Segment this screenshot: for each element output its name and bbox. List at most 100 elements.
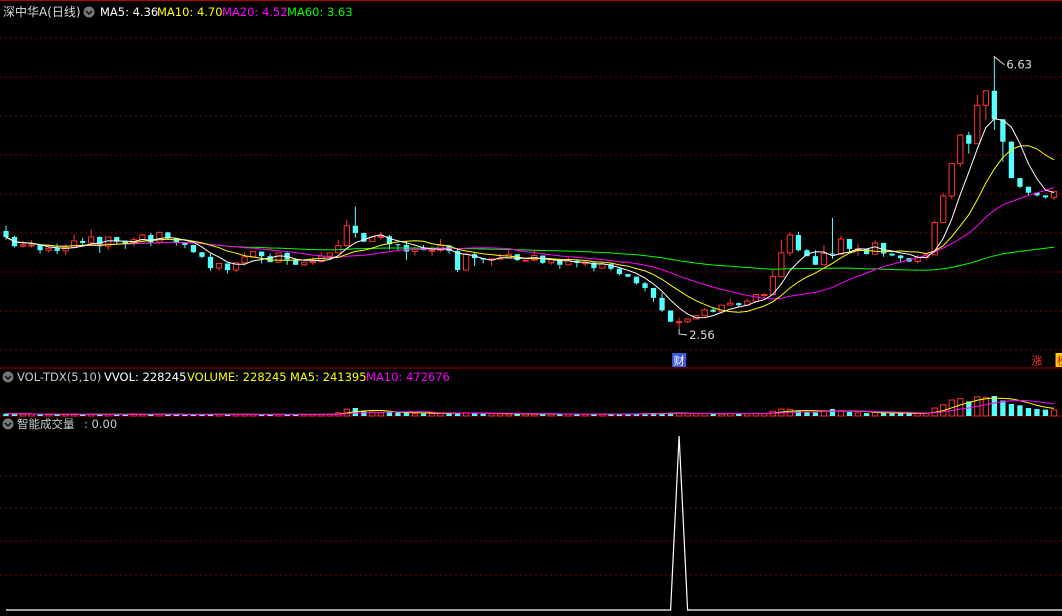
volume-bar <box>795 410 802 416</box>
candle-body <box>428 249 436 252</box>
candle-body <box>37 244 43 251</box>
candle-body <box>642 283 648 288</box>
event-marker-label[interactable]: 榜 <box>1057 354 1062 368</box>
vol-indicator-name: VOL-TDX(5,10) <box>17 370 101 384</box>
volume-bar <box>846 412 853 416</box>
candle-body <box>727 302 734 306</box>
candle-body <box>829 253 836 255</box>
ma5-line <box>5 118 1055 319</box>
candle-body <box>19 244 27 247</box>
high-pointer <box>993 55 1005 66</box>
volume-bar <box>1008 404 1015 416</box>
volume-bar <box>957 398 964 417</box>
candle-body <box>71 240 78 249</box>
main-panel-collapse-icon[interactable] <box>83 6 95 18</box>
candle-body <box>863 248 870 255</box>
stock-title: 深中华A(日线) <box>3 4 81 19</box>
candle-body <box>650 287 657 298</box>
volume-bar <box>693 413 700 417</box>
volume-bar <box>395 412 401 416</box>
candle-body <box>1042 195 1049 198</box>
candle-body <box>812 256 819 265</box>
candle-body <box>778 252 785 278</box>
candle-body <box>207 256 214 269</box>
candle-body <box>786 234 794 254</box>
ma60-legend: MA60: 3.63 <box>287 5 353 19</box>
candle-body <box>343 225 350 247</box>
low-label: 2.56 <box>689 328 715 342</box>
candle-body <box>897 255 904 259</box>
candle-body <box>377 235 385 238</box>
candle-body <box>241 256 248 264</box>
volume-bar <box>804 412 810 416</box>
candle-body <box>301 261 308 266</box>
candle-body <box>710 309 716 312</box>
ma10-line <box>5 145 1055 313</box>
candle-body <box>224 263 231 271</box>
candle-body <box>974 104 981 145</box>
volume-bar <box>991 396 997 416</box>
candle-body <box>837 238 845 255</box>
volume-bar <box>497 413 504 417</box>
volume-bar <box>19 413 27 417</box>
volume-bar <box>829 409 836 416</box>
volume-bar <box>1042 409 1049 416</box>
candle-body <box>667 310 674 322</box>
candle-body <box>795 235 802 251</box>
volume-bar <box>1017 405 1023 416</box>
candle-body <box>326 252 333 257</box>
candle-body <box>701 309 708 317</box>
chart-stage: 6.63 2.56 财 涨 榜 深中华A(日线) MA5: 4.36 MA10: 4.7… <box>0 0 1062 612</box>
vol-ma10-line <box>5 399 1055 415</box>
event-marker-label[interactable]: 涨 <box>1031 355 1042 368</box>
candle-body <box>599 263 606 269</box>
vol-ma5-legend: MA5: 241395 <box>290 370 367 384</box>
candle-body <box>45 247 52 251</box>
volume-bar <box>906 413 912 416</box>
ma5-legend: MA5: 4.36 <box>100 5 158 19</box>
ind-panel-collapse-icon[interactable] <box>2 418 14 430</box>
candle-body <box>966 135 972 144</box>
candle-body <box>761 294 768 297</box>
volume-bar <box>377 412 385 417</box>
ma20-legend: MA20: 4.52 <box>222 5 288 19</box>
candle-body <box>659 297 665 311</box>
candle-body <box>616 268 623 275</box>
candle-body <box>871 242 879 255</box>
indicator-line <box>6 435 1062 611</box>
volume-bar <box>488 413 495 417</box>
volume-bar <box>871 411 879 417</box>
candle-body <box>182 242 188 245</box>
event-marker-label[interactable]: 财 <box>674 354 685 368</box>
high-label: 6.63 <box>1006 58 1032 72</box>
volume-bar <box>982 396 989 417</box>
volume-bar <box>880 412 887 416</box>
candle-body <box>684 318 691 323</box>
candle-body <box>982 90 989 106</box>
candle-body <box>28 244 35 247</box>
vol-panel-collapse-icon[interactable] <box>2 371 14 383</box>
candle-body <box>215 262 223 269</box>
candle-body <box>633 276 640 284</box>
candle-body <box>309 260 316 263</box>
candle-body <box>156 231 163 243</box>
candle-body <box>957 134 964 165</box>
vvol-legend: VVOL: 228245 <box>104 370 186 384</box>
indicator-value: : 0.00 <box>84 417 117 431</box>
candle-body <box>275 252 282 263</box>
candle-body <box>940 195 947 223</box>
candle-body <box>948 163 955 197</box>
candle-body <box>249 251 257 258</box>
volume-bar <box>411 412 419 417</box>
volume-bar <box>1050 409 1058 417</box>
volume-bar <box>428 412 436 417</box>
candle-body <box>752 294 759 302</box>
candle-body <box>1025 186 1032 193</box>
ma20-line <box>5 186 1055 300</box>
low-pointer <box>678 328 688 336</box>
indicator-title: 智能成交量 <box>17 417 75 431</box>
volume-bar <box>480 413 486 416</box>
candle-body <box>846 238 853 249</box>
volume-bar <box>37 414 43 416</box>
candle-body <box>3 231 9 237</box>
